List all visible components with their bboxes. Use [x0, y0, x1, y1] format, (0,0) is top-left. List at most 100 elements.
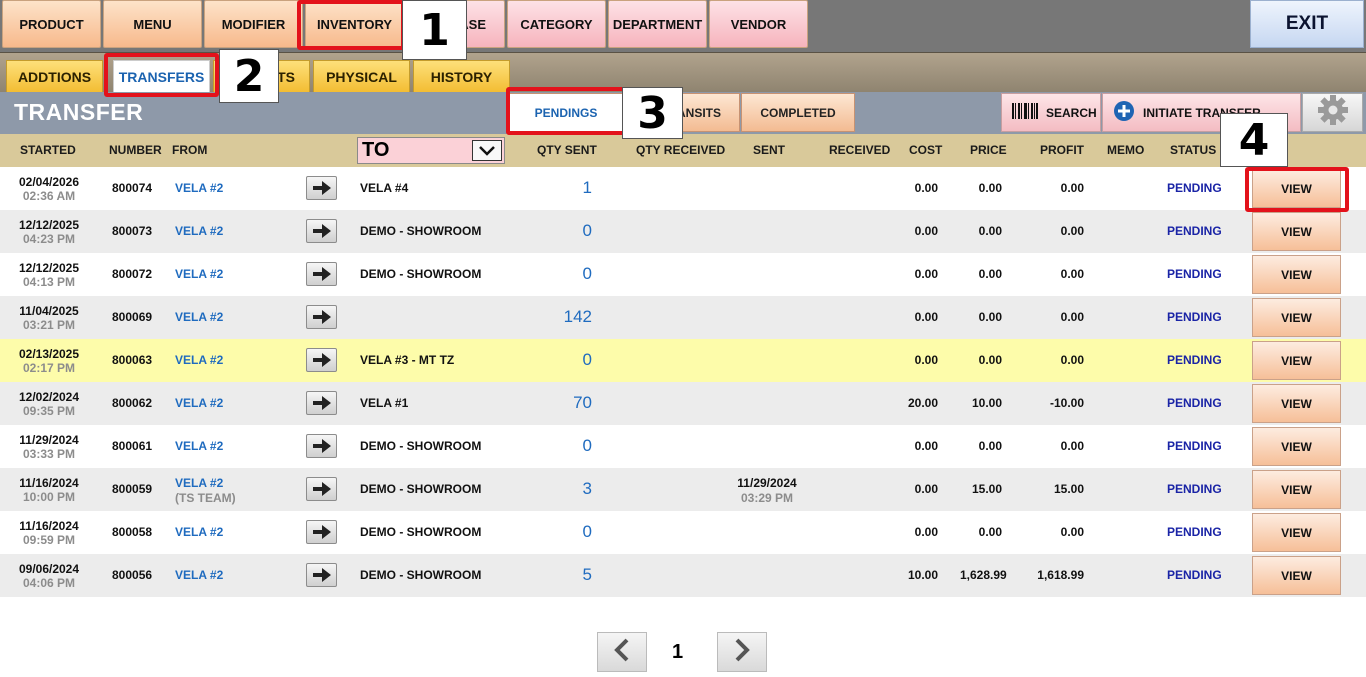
nav-category-button[interactable]: CATEGORY: [507, 0, 606, 48]
qty-sent-link[interactable]: 70: [540, 393, 592, 413]
col-cost[interactable]: COST: [909, 134, 942, 167]
col-qty-sent[interactable]: QTY SENT: [537, 134, 597, 167]
view-button[interactable]: VIEW: [1252, 341, 1341, 380]
exit-button[interactable]: EXIT: [1250, 0, 1364, 48]
transfer-section-header: TRANSFER PENDINGS ANSITS COMPLETED SEARC…: [0, 92, 1366, 134]
view-button[interactable]: VIEW: [1252, 255, 1341, 294]
tab-additions[interactable]: ADDTIONS: [6, 60, 103, 93]
price-cell: 0.00: [978, 353, 1002, 367]
from-link[interactable]: VELA #2 (TS TEAM): [175, 476, 236, 506]
started-cell: 12/12/2025 04:23 PM: [18, 218, 80, 246]
qty-sent-link[interactable]: 1: [540, 178, 592, 198]
chevron-down-icon[interactable]: [472, 140, 502, 161]
from-link[interactable]: VELA #2: [175, 568, 223, 582]
profit-cell: 0.00: [1060, 310, 1084, 324]
view-button[interactable]: VIEW: [1252, 513, 1341, 552]
table-row[interactable]: 12/12/2025 04:13 PM 800072 VELA #2 DEMO -…: [0, 253, 1366, 296]
next-page-button[interactable]: [717, 632, 767, 672]
to-filter-select[interactable]: TO: [357, 137, 505, 164]
number-cell: 800061: [112, 439, 153, 453]
to-cell: VELA #4: [360, 181, 409, 195]
view-button[interactable]: VIEW: [1252, 556, 1341, 595]
nav-product-button[interactable]: PRODUCT: [2, 0, 101, 48]
status-badge: PENDING: [1167, 396, 1222, 410]
col-status[interactable]: STATUS: [1170, 134, 1216, 167]
col-started[interactable]: STARTED: [20, 134, 76, 167]
status-badge: PENDING: [1167, 181, 1222, 195]
nav-menu-button[interactable]: MENU: [103, 0, 202, 48]
callout-highlight-inventory: [297, 0, 405, 50]
from-link[interactable]: VELA #2: [175, 396, 223, 410]
table-row[interactable]: 12/02/2024 09:35 PM 800062 VELA #2 VELA #…: [0, 382, 1366, 425]
profit-cell: 0.00: [1060, 525, 1084, 539]
status-badge: PENDING: [1167, 525, 1222, 539]
table-row[interactable]: 11/16/2024 10:00 PM 800059 VELA #2 (TS TEA…: [0, 468, 1366, 511]
from-link[interactable]: VELA #2: [175, 439, 223, 453]
from-link[interactable]: VELA #2: [175, 181, 223, 195]
from-link[interactable]: VELA #2: [175, 267, 223, 281]
tab-physical[interactable]: PHYSICAL: [313, 60, 410, 93]
started-cell: 09/06/2024 04:06 PM: [18, 562, 80, 590]
profit-cell: 15.00: [1053, 482, 1084, 496]
from-link[interactable]: VELA #2: [175, 224, 223, 238]
chevron-left-icon: [614, 638, 630, 667]
qty-sent-link[interactable]: 5: [540, 565, 592, 585]
search-button[interactable]: SEARCH: [1001, 93, 1101, 132]
tab-completed[interactable]: COMPLETED: [741, 93, 855, 132]
qty-sent-link[interactable]: 142: [540, 307, 592, 327]
col-memo[interactable]: MEMO: [1107, 134, 1144, 167]
qty-sent-link[interactable]: 3: [540, 479, 592, 499]
started-cell: 11/04/2025 03:21 PM: [19, 304, 79, 332]
prev-page-button[interactable]: [597, 632, 647, 672]
qty-sent-link[interactable]: 0: [540, 264, 592, 284]
started-cell: 11/16/2024 09:59 PM: [19, 519, 79, 547]
cost-cell: 0.00: [914, 482, 938, 496]
price-cell: 0.00: [978, 267, 1002, 281]
nav-vendor-button[interactable]: VENDOR: [709, 0, 808, 48]
col-received[interactable]: RECEIVED: [829, 134, 890, 167]
settings-button[interactable]: [1302, 93, 1363, 132]
arrow-right-icon: [306, 176, 337, 200]
to-cell: VELA #3 - MT TZ: [360, 353, 455, 367]
col-price[interactable]: PRICE: [970, 134, 1007, 167]
started-cell: 02/04/2026 02:36 AM: [18, 175, 80, 203]
col-sent[interactable]: SENT: [753, 134, 785, 167]
qty-sent-link[interactable]: 0: [540, 436, 592, 456]
from-link[interactable]: VELA #2: [175, 310, 223, 324]
profit-cell: 0.00: [1060, 224, 1084, 238]
table-row[interactable]: 11/16/2024 09:59 PM 800058 VELA #2 DEMO -…: [0, 511, 1366, 554]
col-number[interactable]: NUMBER: [109, 134, 162, 167]
view-button[interactable]: VIEW: [1252, 212, 1341, 251]
qty-sent-link[interactable]: 0: [540, 522, 592, 542]
view-button[interactable]: VIEW: [1252, 427, 1341, 466]
from-link[interactable]: VELA #2: [175, 353, 223, 367]
table-header: STARTED NUMBER FROM TO QTY SENT QTY RECE…: [0, 134, 1366, 167]
table-row[interactable]: 09/06/2024 04:06 PM 800056 VELA #2 DEMO -…: [0, 554, 1366, 597]
price-cell: 0.00: [978, 439, 1002, 453]
qty-sent-link[interactable]: 0: [540, 221, 592, 241]
from-link[interactable]: VELA #2: [175, 525, 223, 539]
table-row[interactable]: 11/04/2025 03:21 PM 800069 VELA #2 142 0.…: [0, 296, 1366, 339]
arrow-right-icon: [306, 434, 337, 458]
number-cell: 800056: [112, 568, 153, 582]
col-profit[interactable]: PROFIT: [1040, 134, 1084, 167]
qty-sent-link[interactable]: 0: [540, 350, 592, 370]
cost-cell: 0.00: [914, 181, 938, 195]
number-cell: 800073: [112, 224, 153, 238]
started-cell: 11/16/2024 10:00 PM: [19, 476, 79, 504]
table-row[interactable]: 02/13/2025 02:17 PM 800063 VELA #2 VELA #…: [0, 339, 1366, 382]
status-badge: PENDING: [1167, 568, 1222, 582]
view-button[interactable]: VIEW: [1252, 298, 1341, 337]
table-row[interactable]: 12/12/2025 04:23 PM 800073 VELA #2 DEMO -…: [0, 210, 1366, 253]
number-cell: 800063: [112, 353, 153, 367]
started-cell: 12/02/2024 09:35 PM: [18, 390, 80, 418]
view-button[interactable]: VIEW: [1252, 384, 1341, 423]
table-row[interactable]: 02/04/2026 02:36 AM 800074 VELA #2 VELA #…: [0, 167, 1366, 210]
tab-history[interactable]: HISTORY: [413, 60, 510, 93]
table-row[interactable]: 11/29/2024 03:33 PM 800061 VELA #2 DEMO -…: [0, 425, 1366, 468]
nav-modifier-button[interactable]: MODIFIER: [204, 0, 303, 48]
view-button[interactable]: VIEW: [1252, 470, 1341, 509]
col-from[interactable]: FROM: [172, 134, 207, 167]
nav-department-button[interactable]: DEPARTMENT: [608, 0, 707, 48]
plus-circle-icon: [1113, 100, 1135, 125]
